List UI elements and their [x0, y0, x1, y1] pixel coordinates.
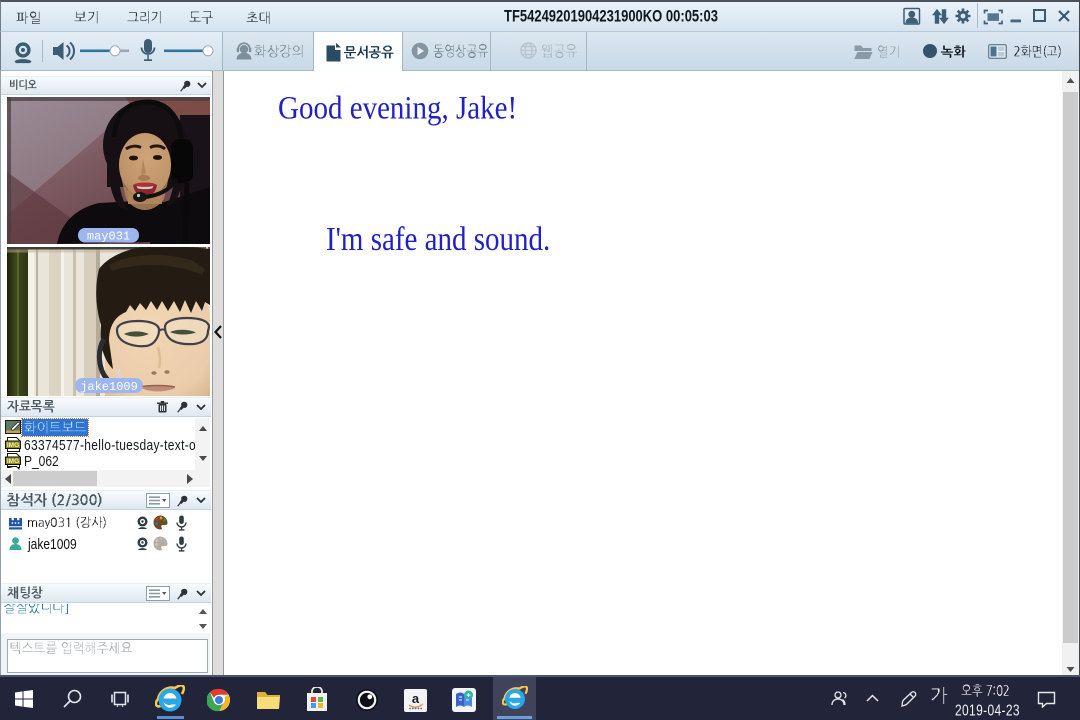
svg-text:a: a — [412, 691, 420, 706]
svg-text:jake1009: jake1009 — [80, 380, 138, 394]
svg-text:IMG: IMG — [7, 458, 19, 465]
svg-text:may031: may031 — [87, 230, 130, 244]
svg-text:IMG: IMG — [7, 442, 19, 449]
